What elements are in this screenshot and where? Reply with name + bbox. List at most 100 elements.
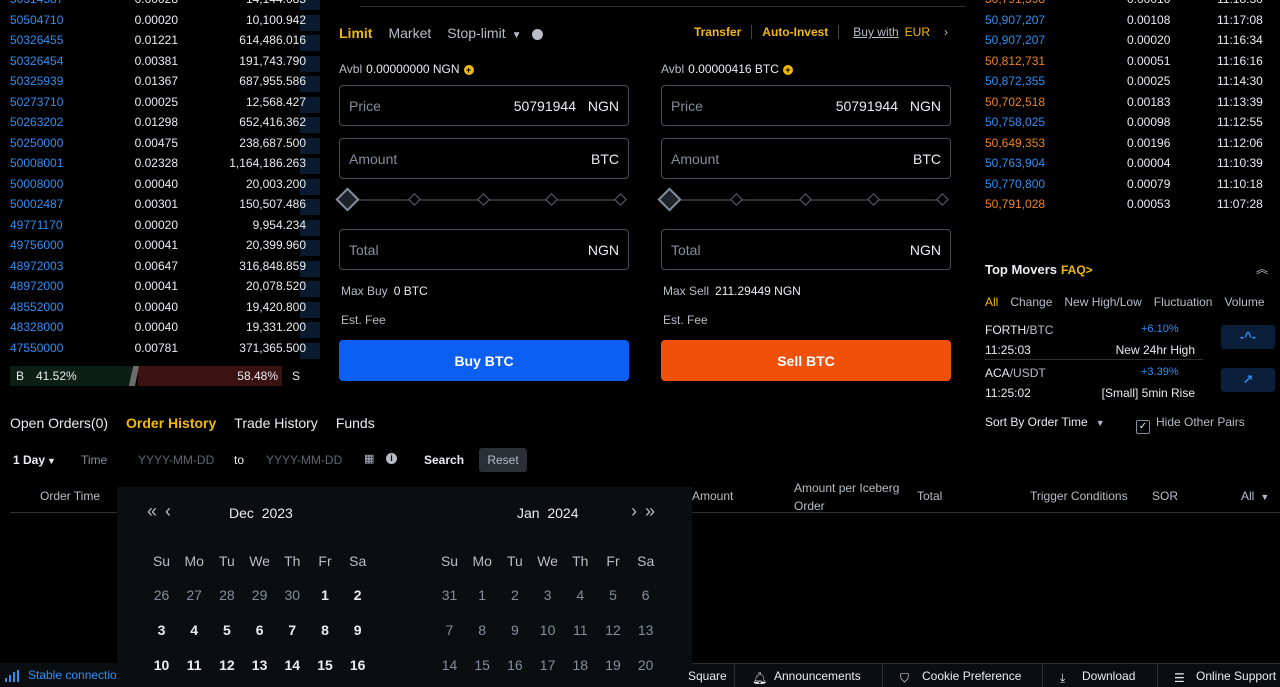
next-year-icon[interactable]: » bbox=[645, 501, 655, 522]
calendar-day[interactable]: 12 bbox=[597, 622, 630, 638]
trade-row[interactable]: 50,907,207 0.00020 11:16:34 bbox=[975, 33, 1275, 53]
slider-handle[interactable] bbox=[335, 187, 360, 212]
tab-stop-limit[interactable]: Stop-limit bbox=[447, 25, 505, 41]
calendar-day[interactable]: 5 bbox=[210, 622, 243, 638]
order-book-row[interactable]: 49756000 0.00041 20,399.960 bbox=[0, 238, 320, 258]
order-book-row[interactable]: 50008001 0.02328 1,164,186.263 bbox=[0, 156, 320, 176]
trade-row[interactable]: 50,907,207 0.00108 11:17:08 bbox=[975, 13, 1275, 33]
buy-amount-input[interactable]: Amount BTC bbox=[339, 138, 629, 179]
order-book-row[interactable]: 50263202 0.01298 652,416.362 bbox=[0, 115, 320, 135]
tab-open-orders[interactable]: Open Orders(0) bbox=[10, 415, 108, 431]
movers-tab-volume[interactable]: Volume bbox=[1224, 295, 1264, 309]
tab-limit[interactable]: Limit bbox=[339, 25, 372, 41]
cookie-preference-link[interactable]: ⛉ Cookie Preference bbox=[900, 669, 1021, 685]
buy-with-currency[interactable]: EUR bbox=[905, 25, 930, 39]
calendar-day[interactable]: 30 bbox=[276, 587, 309, 603]
online-support-link[interactable]: ☰ Online Support bbox=[1174, 669, 1276, 685]
order-book-row[interactable]: 50250000 0.00475 238,687.500 bbox=[0, 136, 320, 156]
order-book-row[interactable]: 50326454 0.00381 191,743.790 bbox=[0, 54, 320, 74]
movers-tab-change[interactable]: Change bbox=[1010, 295, 1052, 309]
slider-handle[interactable] bbox=[657, 187, 682, 212]
date-to-input[interactable]: YYYY-MM-DD bbox=[266, 453, 342, 467]
calendar-day[interactable]: 2 bbox=[498, 587, 531, 603]
calendar-day[interactable]: 11 bbox=[564, 622, 597, 638]
calendar-day[interactable]: 3 bbox=[145, 622, 178, 638]
order-book-row[interactable]: 50314587 0.00028 14,144.085 bbox=[0, 0, 320, 12]
order-book-row[interactable]: 50273710 0.00025 12,568.427 bbox=[0, 95, 320, 115]
sell-price-input[interactable]: Price 50791944 NGN bbox=[661, 85, 951, 126]
order-book-row[interactable]: 48972000 0.00041 20,078.520 bbox=[0, 279, 320, 299]
calendar-day[interactable]: 8 bbox=[466, 622, 499, 638]
order-book-row[interactable]: 49771170 0.00020 9,954.234 bbox=[0, 218, 320, 238]
trade-row[interactable]: 50,770,800 0.00079 11:10:18 bbox=[975, 177, 1275, 197]
calendar-day[interactable]: 8 bbox=[309, 622, 342, 638]
connection-status[interactable]: Stable connection bbox=[0, 663, 117, 687]
sell-amount-slider[interactable] bbox=[657, 187, 951, 212]
order-book-row[interactable]: 48972003 0.00647 316,848.859 bbox=[0, 259, 320, 279]
order-book-row[interactable]: 50326455 0.01221 614,486.016 bbox=[0, 33, 320, 53]
calendar-day[interactable]: 7 bbox=[276, 622, 309, 638]
reset-button[interactable]: Reset bbox=[479, 448, 527, 472]
date-from-input[interactable]: YYYY-MM-DD bbox=[138, 453, 214, 467]
calendar-day[interactable]: 5 bbox=[597, 587, 630, 603]
add-funds-icon[interactable]: + bbox=[463, 65, 474, 75]
order-book-row[interactable]: 50504710 0.00020 10,100.942 bbox=[0, 13, 320, 33]
buy-price-input[interactable]: Price 50791944 NGN bbox=[339, 85, 629, 126]
calendar-day[interactable]: 26 bbox=[145, 587, 178, 603]
mover-item[interactable]: ACA/USDT +3.39% 11:25:02 [Small] 5min Rise ↗ bbox=[985, 366, 1275, 406]
sell-total-input[interactable]: Total NGN bbox=[661, 229, 951, 270]
info-icon[interactable]: i bbox=[386, 453, 397, 464]
movers-tab-fluctuation[interactable]: Fluctuation bbox=[1154, 295, 1213, 309]
sell-amount-input[interactable]: Amount BTC bbox=[661, 138, 951, 179]
trade-row[interactable]: 50,791,598 0.00010 11:18:30 bbox=[975, 0, 1275, 12]
calendar-icon[interactable]: ▦ bbox=[364, 452, 374, 465]
calendar-day[interactable]: 7 bbox=[433, 622, 466, 638]
order-book-row[interactable]: 48552000 0.00040 19,420.800 bbox=[0, 300, 320, 320]
trade-row[interactable]: 50,812,731 0.00051 11:16:16 bbox=[975, 54, 1275, 74]
add-funds-icon[interactable]: + bbox=[782, 65, 793, 75]
tab-market[interactable]: Market bbox=[388, 25, 431, 41]
calendar-day[interactable]: 27 bbox=[178, 587, 211, 603]
order-book-row[interactable]: 50008000 0.00040 20,003.200 bbox=[0, 177, 320, 197]
mover-item[interactable]: FORTH/BTC +6.10% 11:25:03 New 24hr High -^- bbox=[985, 323, 1275, 363]
calendar-day[interactable]: 28 bbox=[210, 587, 243, 603]
tab-funds[interactable]: Funds bbox=[336, 415, 375, 431]
checkbox-checked-icon[interactable]: ✓ bbox=[1136, 420, 1150, 434]
chevron-down-icon[interactable]: ▼ bbox=[512, 30, 522, 41]
calendar-day[interactable]: 9 bbox=[341, 622, 374, 638]
hide-other-pairs-checkbox[interactable]: ✓ Hide Other Pairs bbox=[1136, 415, 1245, 434]
period-dropdown[interactable]: 1 Day ▼ bbox=[13, 453, 56, 467]
buy-total-input[interactable]: Total NGN bbox=[339, 229, 629, 270]
col-all-filter[interactable]: All ▼ bbox=[1241, 489, 1269, 503]
calendar-day[interactable]: 1 bbox=[466, 587, 499, 603]
prev-year-icon[interactable]: « bbox=[147, 501, 157, 522]
order-book-row[interactable]: 50002487 0.00301 150,507.486 bbox=[0, 197, 320, 217]
calendar-day[interactable]: 10 bbox=[531, 622, 564, 638]
auto-invest-link[interactable]: Auto-Invest bbox=[762, 25, 828, 39]
trade-row[interactable]: 50,758,025 0.00098 11:12:55 bbox=[975, 115, 1275, 135]
prev-month-icon[interactable]: ‹ bbox=[165, 501, 171, 522]
trade-row[interactable]: 50,791,028 0.00053 11:07:28 bbox=[975, 197, 1275, 217]
sell-button[interactable]: Sell BTC bbox=[661, 340, 951, 381]
transfer-link[interactable]: Transfer bbox=[694, 25, 741, 39]
movers-tab-new-high-low[interactable]: New High/Low bbox=[1064, 295, 1141, 309]
calendar-day[interactable]: 1 bbox=[309, 587, 342, 603]
calendar-day[interactable]: 9 bbox=[498, 622, 531, 638]
trade-row[interactable]: 50,702,518 0.00183 11:13:39 bbox=[975, 95, 1275, 115]
square-link[interactable]: Square bbox=[688, 669, 727, 683]
buy-amount-slider[interactable] bbox=[335, 187, 629, 212]
calendar-day[interactable]: 2 bbox=[341, 587, 374, 603]
calendar-day[interactable]: 31 bbox=[433, 587, 466, 603]
announcements-link[interactable]: 🔔︎ Announcements bbox=[752, 669, 861, 685]
order-book-row[interactable]: 47550000 0.00781 371,365.500 bbox=[0, 341, 320, 361]
tab-trade-history[interactable]: Trade History bbox=[234, 415, 318, 431]
trade-row[interactable]: 50,872,355 0.00025 11:14:30 bbox=[975, 74, 1275, 94]
info-icon[interactable]: i bbox=[531, 29, 543, 40]
calendar-day[interactable]: 6 bbox=[629, 587, 662, 603]
faq-link[interactable]: FAQ> bbox=[1061, 263, 1093, 277]
chevron-right-icon[interactable]: › bbox=[944, 25, 948, 39]
calendar-day[interactable]: 13 bbox=[629, 622, 662, 638]
calendar-day[interactable]: 3 bbox=[531, 587, 564, 603]
collapse-icon[interactable]: ︽ bbox=[1256, 260, 1268, 277]
buy-button[interactable]: Buy BTC bbox=[339, 340, 629, 381]
